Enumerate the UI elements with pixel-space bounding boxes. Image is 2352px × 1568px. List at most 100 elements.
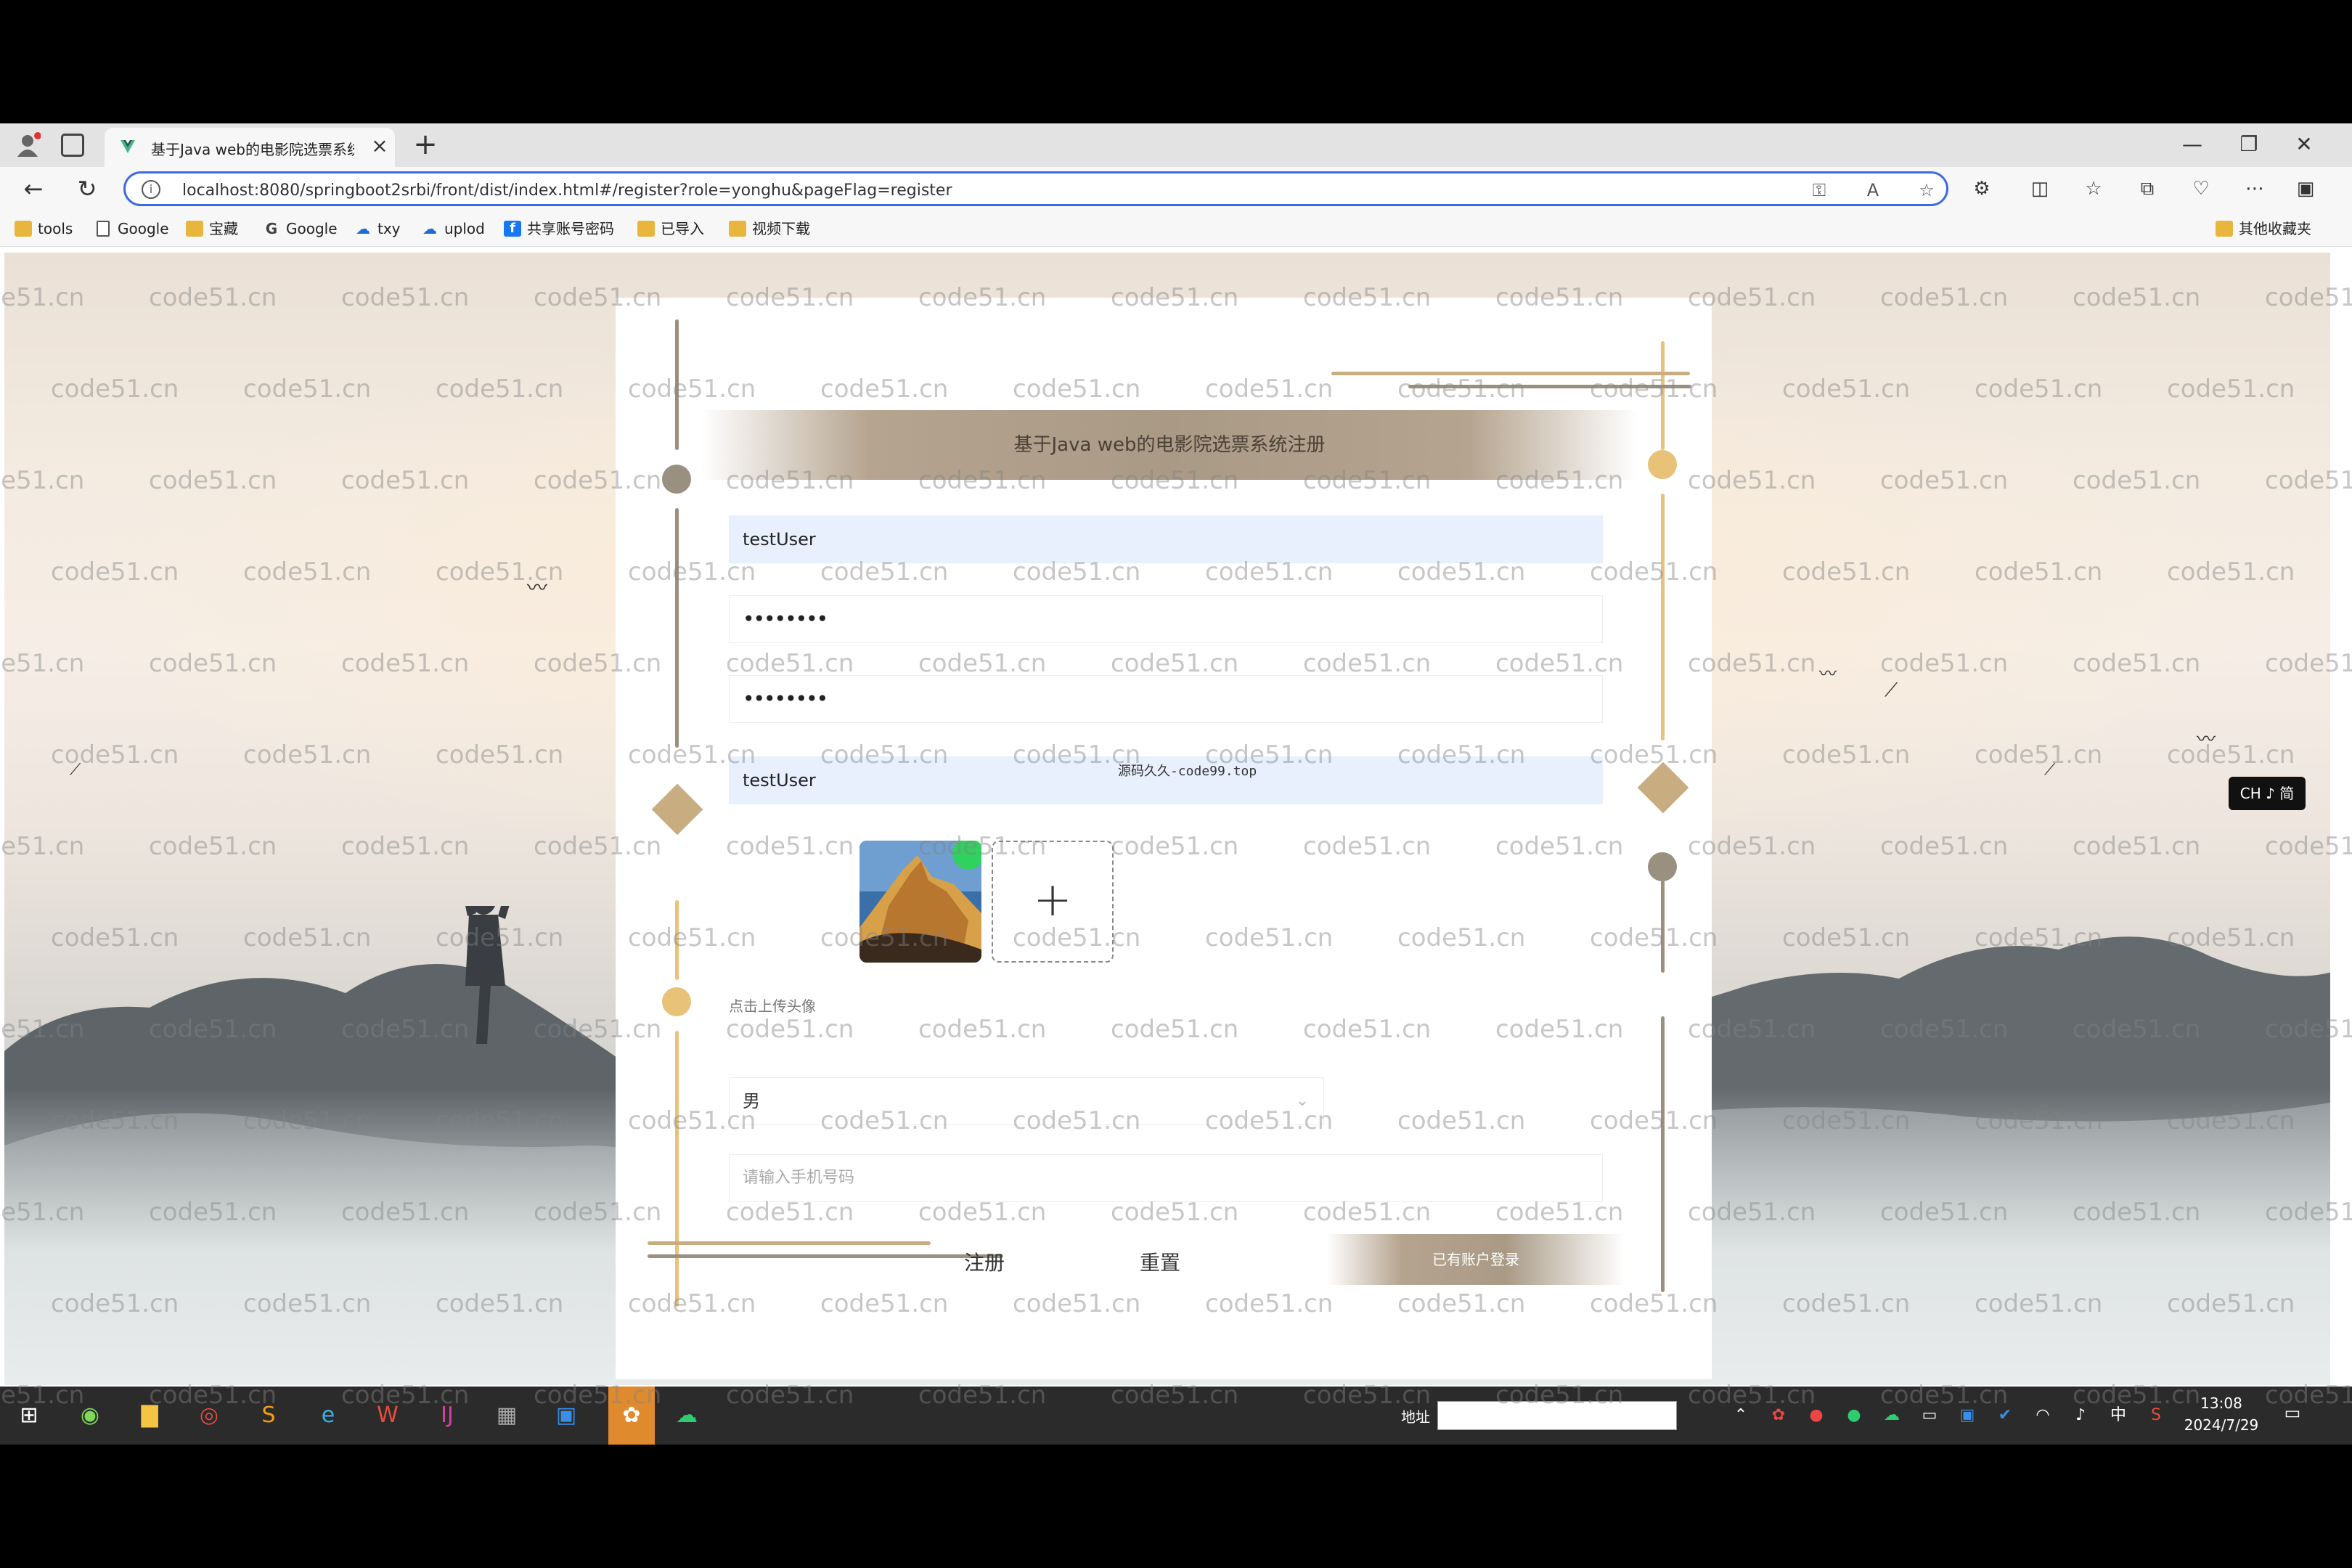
- bookmark-imported[interactable]: 已导入: [637, 218, 704, 240]
- system-clock[interactable]: 13:08 2024/7/29: [2178, 1392, 2265, 1436]
- tray-app-icon[interactable]: ▭: [1916, 1402, 1943, 1429]
- split-screen-icon[interactable]: ◫: [2027, 176, 2053, 202]
- taskbar: ⊞ ◉ ▇ ◎ S e W IJ ▦ ▣ ✿ ☁ 地址 ⌃ ✿ ● ● ☁ ▭ …: [0, 1387, 2352, 1445]
- bookmark-treasure[interactable]: 宝藏: [186, 218, 238, 240]
- profile-icon[interactable]: [15, 132, 41, 158]
- tab-actions-icon[interactable]: [61, 134, 84, 157]
- facebook-icon: f: [504, 221, 521, 237]
- close-window-button[interactable]: ✕: [2282, 128, 2326, 161]
- volume-icon[interactable]: ♪: [2067, 1402, 2094, 1429]
- edge-icon[interactable]: e: [311, 1398, 346, 1433]
- tray-app-icon[interactable]: ●: [1803, 1402, 1829, 1429]
- restore-button[interactable]: ❐: [2227, 128, 2271, 161]
- decor-hline: [1331, 372, 1690, 375]
- favorites-icon[interactable]: ☆: [2081, 176, 2107, 202]
- address-toolbar-input[interactable]: [1437, 1401, 1677, 1430]
- bookmark-google[interactable]: G Google: [263, 218, 338, 240]
- reload-icon[interactable]: ↻: [73, 174, 102, 203]
- ime-indicator[interactable]: CH ♪ 简: [2229, 777, 2306, 810]
- tray-app-icon[interactable]: ●: [1841, 1402, 1867, 1429]
- app-icon[interactable]: ▦: [489, 1398, 524, 1433]
- url-text[interactable]: localhost:8080/springboot2srbi/front/dis…: [182, 181, 952, 200]
- source-note: 源码久久-code99.top: [1118, 764, 1257, 779]
- notification-icon[interactable]: ▭: [2279, 1402, 2306, 1429]
- gender-select[interactable]: 男 ⌄: [729, 1077, 1324, 1125]
- intellij-icon[interactable]: IJ: [430, 1398, 465, 1433]
- reset-button[interactable]: 重置: [1116, 1241, 1204, 1285]
- bird-icon: 〰: [1819, 663, 1837, 684]
- sogou-icon[interactable]: S: [2143, 1402, 2169, 1429]
- register-button[interactable]: 注册: [941, 1241, 1028, 1285]
- vue-favicon-icon: [119, 138, 136, 155]
- tray-app-icon[interactable]: ✔: [1992, 1402, 2018, 1429]
- bookmark-tools[interactable]: tools: [15, 218, 73, 240]
- sidebar-icon[interactable]: ▣: [2292, 176, 2319, 202]
- app-icon[interactable]: ✿: [614, 1398, 649, 1433]
- address-toolbar-label: 地址: [1401, 1408, 1430, 1426]
- address-bar[interactable]: i localhost:8080/springboot2srbi/front/d…: [123, 171, 1948, 206]
- browser-tab[interactable]: 基于Java web的电影院选票系统 ×: [105, 128, 395, 167]
- favorite-star-icon[interactable]: ☆: [1916, 179, 1937, 201]
- navigation-bar: ← ↻ i localhost:8080/springboot2srbi/fro…: [0, 167, 2352, 211]
- tab-close-icon[interactable]: ×: [367, 134, 392, 158]
- bookmark-other-favorites[interactable]: 其他收藏夹: [2216, 218, 2311, 240]
- register-form-card: 基于Java web的电影院选票系统注册 testUser •••••••• •…: [616, 298, 1712, 1379]
- avatar-preview-image[interactable]: [859, 841, 981, 963]
- decor-line: [1661, 1016, 1665, 1292]
- account-input[interactable]: testUser: [729, 515, 1603, 563]
- bookmark-uplod[interactable]: ☁ uplod: [421, 218, 485, 240]
- app-icon[interactable]: ▣: [549, 1398, 584, 1433]
- confirm-password-input[interactable]: ••••••••: [729, 675, 1603, 723]
- bookmark-label: Google: [118, 220, 169, 237]
- sublime-icon[interactable]: S: [251, 1398, 286, 1433]
- tray-app-icon[interactable]: ✿: [1765, 1402, 1792, 1429]
- decor-line: [675, 508, 679, 748]
- folder-icon: [729, 221, 746, 237]
- clock-time: 13:08: [2200, 1395, 2242, 1412]
- wechat-icon[interactable]: ☁: [669, 1398, 704, 1433]
- decor-line: [675, 319, 679, 450]
- bookmark-label: 宝藏: [209, 220, 238, 237]
- bookmark-shared-accounts[interactable]: f 共享账号密码: [504, 218, 614, 240]
- decor-diamond: [1637, 761, 1689, 814]
- collections-icon[interactable]: ⧉: [2134, 176, 2160, 202]
- ime-zh-indicator[interactable]: 中: [2105, 1402, 2131, 1429]
- bird-icon: ⟋: [2044, 761, 2056, 779]
- cloud-icon: ☁: [356, 220, 370, 237]
- browser-essentials-icon[interactable]: ♡: [2188, 176, 2214, 202]
- bookmark-label: 已导入: [661, 220, 704, 237]
- more-menu-icon[interactable]: ⋯: [2242, 176, 2268, 202]
- tray-wechat-icon[interactable]: ☁: [1879, 1402, 1905, 1429]
- app-icon[interactable]: ◉: [73, 1398, 107, 1433]
- bookmark-txy[interactable]: ☁ txy: [354, 218, 401, 240]
- bookmark-label: txy: [377, 220, 401, 237]
- new-tab-button[interactable]: +: [411, 130, 440, 160]
- wifi-icon[interactable]: ◠: [2030, 1402, 2056, 1429]
- read-aloud-icon[interactable]: A: [1862, 179, 1884, 201]
- login-link-button[interactable]: 已有账户登录: [1327, 1234, 1625, 1285]
- tray-expand-icon[interactable]: ⌃: [1728, 1402, 1754, 1429]
- extensions-icon[interactable]: ⚙: [1969, 176, 1995, 202]
- screen: 基于Java web的电影院选票系统 × + — ❐ ✕ ← ↻ i local…: [0, 123, 2352, 1445]
- back-icon[interactable]: ←: [19, 174, 48, 203]
- cloud-icon: ☁: [422, 220, 437, 237]
- wps-icon[interactable]: W: [370, 1398, 405, 1433]
- tray-app-icon[interactable]: ▣: [1954, 1402, 1980, 1429]
- key-icon[interactable]: ⚿: [1808, 179, 1830, 201]
- phone-input[interactable]: 请输入手机号码: [729, 1154, 1603, 1202]
- folder-icon: [637, 221, 655, 237]
- decor-line: [1661, 341, 1665, 450]
- bird-icon: 〰: [527, 576, 548, 600]
- file-explorer-icon[interactable]: ▇: [132, 1398, 167, 1433]
- chrome-icon[interactable]: ◎: [192, 1398, 226, 1433]
- bookmark-google-page[interactable]: Google: [94, 218, 169, 240]
- minimize-button[interactable]: —: [2171, 128, 2214, 161]
- bookmark-video-download[interactable]: 视频下载: [729, 218, 810, 240]
- decor-line: [1661, 494, 1665, 740]
- site-info-icon[interactable]: i: [142, 180, 160, 199]
- bookmark-label: uplod: [444, 220, 485, 237]
- password-input[interactable]: ••••••••: [729, 595, 1603, 643]
- clock-date: 2024/7/29: [2184, 1416, 2259, 1434]
- upload-avatar-button[interactable]: +: [992, 841, 1114, 963]
- windows-start-icon[interactable]: ⊞: [12, 1398, 46, 1433]
